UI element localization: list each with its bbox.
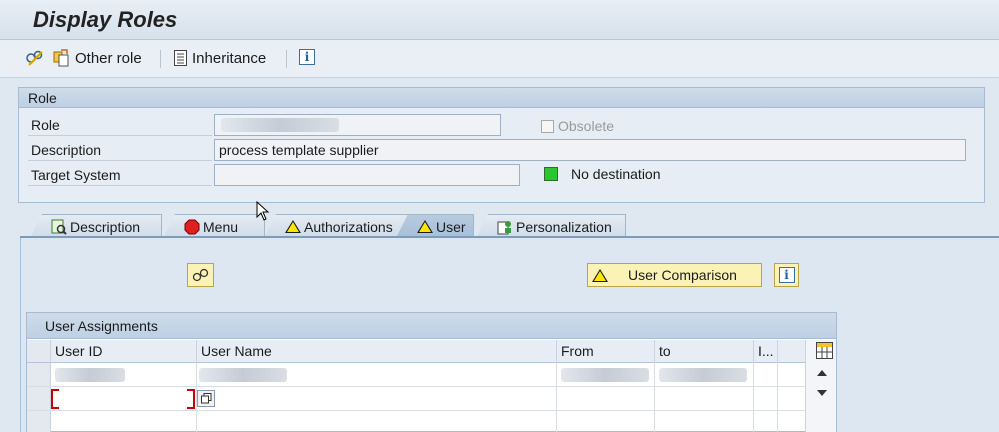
from-cell[interactable]	[557, 411, 655, 432]
user-id-cell[interactable]	[51, 411, 197, 432]
select-all-cell[interactable]	[27, 340, 51, 362]
other-role-button[interactable]: Other role	[52, 49, 142, 67]
user-comparison-label: User Comparison	[628, 267, 737, 283]
change-display-button[interactable]	[25, 49, 45, 67]
scroll-up-arrow[interactable]	[817, 370, 827, 376]
user-id-cell[interactable]	[51, 387, 197, 411]
tab-label: Personalization	[516, 218, 612, 235]
other-role-label: Other role	[75, 49, 142, 67]
obsolete-checkbox-box[interactable]	[541, 119, 554, 133]
role-label: Role	[28, 114, 212, 136]
user-comparison-button[interactable]: User Comparison	[587, 263, 762, 287]
warning-icon	[285, 220, 301, 233]
copy-icon	[200, 393, 211, 404]
description-field[interactable]: process template supplier	[214, 139, 966, 161]
tab-label: Description	[70, 218, 141, 235]
user-name-cell[interactable]	[197, 363, 557, 387]
user-assignments-table: User Assignments User ID User Name From …	[26, 312, 837, 432]
table-row[interactable]	[27, 363, 836, 387]
no-destination-label: No destination	[571, 166, 661, 182]
redacted-value	[561, 368, 649, 382]
obsolete-label: Obsolete	[558, 118, 615, 134]
glasses-pencil-icon	[26, 50, 43, 66]
other-role-icon	[53, 49, 69, 67]
toolbar: Other role Inheritance i	[0, 40, 999, 78]
redacted-value	[199, 368, 287, 382]
column-settings-button[interactable]	[816, 342, 833, 359]
page-title: Display Roles	[33, 7, 178, 32]
redacted-value	[659, 368, 747, 382]
row-selector[interactable]	[27, 411, 51, 432]
role-group: Role Role Obsolete Description process t…	[18, 87, 985, 203]
column-header-from[interactable]: From	[557, 340, 655, 363]
tab-label: User	[436, 218, 466, 235]
tab-menu[interactable]: Menu	[163, 214, 265, 238]
table-settings-icon	[817, 343, 832, 358]
value-help-button[interactable]	[197, 390, 215, 407]
indirect-cell[interactable]	[754, 363, 778, 387]
obsolete-checkbox[interactable]: Obsolete	[541, 118, 614, 134]
table-row[interactable]	[27, 411, 836, 432]
to-cell[interactable]	[655, 363, 754, 387]
table-header: User ID User Name From to I...	[27, 340, 836, 363]
focus-bracket	[51, 389, 59, 409]
green-status-icon	[544, 167, 558, 181]
table-row[interactable]	[27, 387, 836, 411]
to-cell[interactable]	[655, 387, 754, 411]
to-cell[interactable]	[655, 411, 754, 432]
user-distribution-button[interactable]	[187, 263, 214, 287]
tab-description[interactable]: Description	[30, 214, 162, 238]
user-assignments-title: User Assignments	[27, 313, 836, 339]
glasses-icon	[192, 268, 208, 282]
focus-bracket	[187, 389, 195, 409]
title-bar: Display Roles	[0, 0, 999, 40]
tab-label: Menu	[203, 218, 239, 235]
description-label: Description	[28, 139, 212, 161]
tab-personalization[interactable]: Personalization	[476, 214, 626, 238]
tab-label: Authorizations	[304, 218, 393, 235]
user-name-cell[interactable]	[197, 411, 557, 432]
inheritance-button[interactable]: Inheritance	[173, 49, 266, 67]
indirect-cell[interactable]	[754, 411, 778, 432]
row-selector[interactable]	[27, 363, 51, 386]
mouse-cursor-icon	[256, 201, 270, 221]
toolbar-separator	[286, 50, 287, 68]
column-header-user-name[interactable]: User Name	[197, 340, 557, 363]
info-icon: i	[299, 49, 315, 65]
role-group-header: Role	[19, 88, 984, 108]
column-header-i[interactable]: I...	[754, 340, 778, 363]
row-selector[interactable]	[27, 387, 51, 410]
scroll-down-arrow[interactable]	[817, 390, 827, 396]
column-header-user-id[interactable]: User ID	[51, 340, 197, 363]
tab-user[interactable]: User	[396, 214, 474, 238]
from-cell[interactable]	[557, 363, 655, 387]
indirect-cell[interactable]	[754, 387, 778, 411]
inheritance-label: Inheritance	[192, 49, 267, 67]
target-system-label: Target System	[28, 164, 212, 186]
user-id-cell[interactable]	[51, 363, 197, 387]
warning-icon	[592, 268, 608, 282]
info-button[interactable]: i	[774, 263, 799, 287]
personalization-icon	[497, 220, 511, 234]
inheritance-icon	[174, 50, 187, 66]
redacted-value	[221, 118, 339, 132]
info-button[interactable]: i	[299, 49, 315, 65]
user-name-cell[interactable]	[187, 387, 557, 411]
description-icon	[51, 219, 67, 235]
info-icon: i	[778, 267, 795, 283]
from-cell[interactable]	[557, 387, 655, 411]
role-field[interactable]	[214, 114, 501, 136]
redacted-value	[55, 368, 125, 382]
warning-icon	[417, 220, 433, 233]
target-system-field[interactable]	[214, 164, 520, 186]
tab-authorizations[interactable]: Authorizations	[264, 214, 414, 238]
red-status-icon	[184, 219, 200, 234]
column-header-to[interactable]: to	[655, 340, 754, 363]
toolbar-separator	[160, 50, 161, 68]
